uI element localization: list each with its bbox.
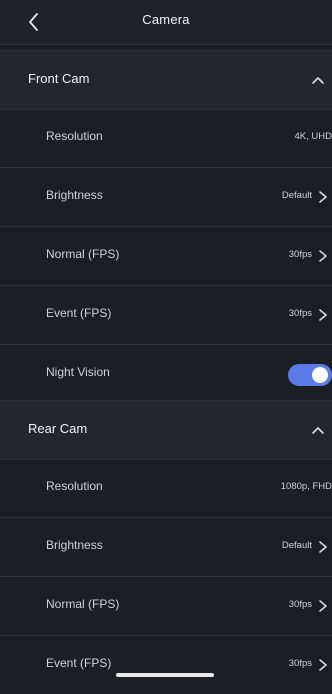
chevron-up-icon[interactable] [310,72,326,88]
chevron-right-icon [319,541,327,553]
row-label: Brightness [46,188,103,202]
section-header-front-cam[interactable]: Front Cam [0,50,332,110]
camera-settings-screen: Camera Front Cam Resolution 4K, UHD Brig… [0,0,332,677]
front-brightness-row[interactable]: Brightness Default [0,167,332,226]
front-normal-fps-row[interactable]: Normal (FPS) 30fps [0,226,332,285]
chevron-right-icon [319,250,327,262]
row-value: 30fps [288,308,312,319]
section-header-rear-cam[interactable]: Rear Cam [0,400,332,460]
rear-normal-fps-row[interactable]: Normal (FPS) 30fps [0,576,332,635]
night-vision-toggle[interactable] [288,364,332,386]
chevron-right-icon [319,191,327,203]
page-title: Camera [142,12,190,27]
row-label: Resolution [46,479,103,493]
chevron-right-icon [319,600,327,612]
row-value: 30fps [288,599,312,610]
row-label: Brightness [46,538,103,552]
chevron-right-icon [319,309,327,321]
row-label: Night Vision [46,365,110,379]
row-label: Normal (FPS) [46,597,120,611]
top-bar: Camera [0,0,332,45]
row-value: Default [281,540,312,551]
row-label: Resolution [46,129,103,143]
front-event-fps-row[interactable]: Event (FPS) 30fps [0,285,332,344]
rear-cam-settings-list: Resolution 1080p, FHD Brightness Default… [0,459,332,694]
front-night-vision-row: Night Vision [0,344,332,403]
row-value: 1080p, FHD [280,481,332,492]
rear-resolution-row[interactable]: Resolution 1080p, FHD [0,459,332,517]
section-title-front-cam: Front Cam [28,71,90,86]
row-label: Event (FPS) [46,306,112,320]
chevron-right-icon [319,659,327,671]
row-label: Event (FPS) [46,656,112,670]
row-value: 4K, UHD [294,131,332,142]
rear-event-fps-row[interactable]: Event (FPS) 30fps [0,635,332,694]
home-indicator[interactable] [116,673,214,677]
row-value: Default [281,190,312,201]
front-resolution-row[interactable]: Resolution 4K, UHD [0,109,332,167]
toggle-knob [312,367,328,383]
section-title-rear-cam: Rear Cam [28,421,88,436]
row-value: 30fps [288,658,312,669]
row-value: 30fps [288,249,312,260]
rear-brightness-row[interactable]: Brightness Default [0,517,332,576]
chevron-up-icon[interactable] [310,422,326,438]
row-label: Normal (FPS) [46,247,120,261]
front-cam-settings-list: Resolution 4K, UHD Brightness Default No… [0,109,332,403]
